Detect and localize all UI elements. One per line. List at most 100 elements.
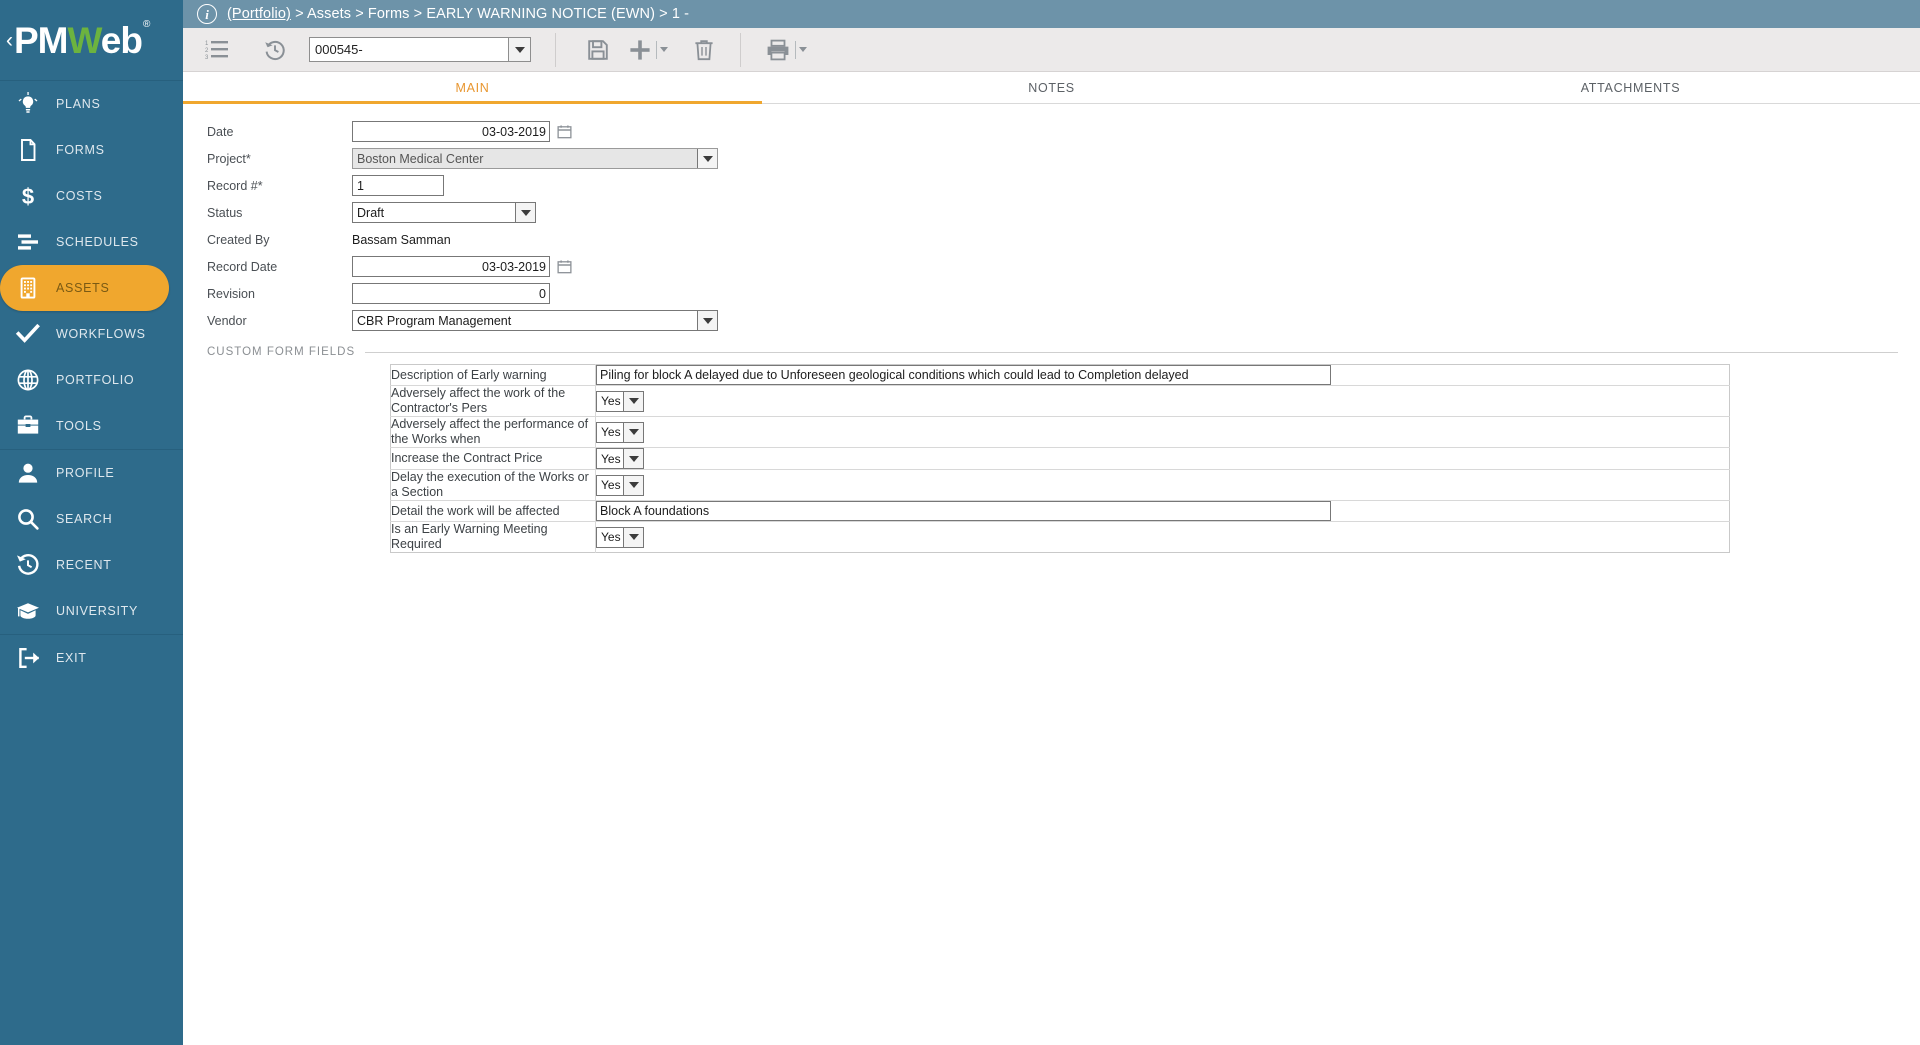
- record-number-input[interactable]: 1: [352, 175, 444, 196]
- chevron-down-icon[interactable]: [697, 311, 717, 330]
- sidebar-item-costs[interactable]: $ COSTS: [0, 173, 183, 219]
- sidebar-item-label: SCHEDULES: [56, 235, 139, 249]
- chevron-down-icon[interactable]: [697, 149, 717, 168]
- status-label: Status: [207, 205, 243, 220]
- custom-field-text-input[interactable]: Block A foundations: [596, 501, 1331, 521]
- tab-bar: MAIN NOTES ATTACHMENTS: [183, 72, 1920, 104]
- svg-text:3: 3: [205, 55, 209, 61]
- sidebar-item-label: RECENT: [56, 558, 112, 572]
- tab-main[interactable]: MAIN: [183, 72, 762, 104]
- chevron-down-icon[interactable]: [623, 422, 643, 442]
- sidebar-item-label: PROFILE: [56, 466, 115, 480]
- date-input[interactable]: 03-03-2019: [352, 121, 550, 142]
- sidebar-item-workflows[interactable]: WORKFLOWS: [0, 311, 183, 357]
- check-icon: [10, 316, 46, 352]
- tab-label: ATTACHMENTS: [1580, 80, 1681, 95]
- sidebar-item-plans[interactable]: PLANS: [0, 81, 183, 127]
- app-logo[interactable]: ‹ PMWeb®: [0, 0, 183, 80]
- toolbar: 1 2 3 000545-: [183, 28, 1920, 72]
- table-row: Is an Early Warning Meeting Required Yes: [390, 521, 1730, 553]
- record-number-label: Record #*: [207, 178, 263, 193]
- sidebar-item-assets[interactable]: ASSETS: [0, 265, 169, 311]
- print-button[interactable]: [765, 30, 807, 70]
- status-select[interactable]: Draft: [352, 202, 536, 223]
- vendor-label: Vendor: [207, 313, 247, 328]
- sidebar-collapse-icon[interactable]: ‹: [6, 30, 13, 51]
- sidebar-item-forms[interactable]: FORMS: [0, 127, 183, 173]
- toolbox-icon: [10, 408, 46, 444]
- save-icon[interactable]: [578, 30, 618, 70]
- custom-field-label: Delay the execution of the Works or a Se…: [390, 469, 596, 501]
- custom-field-select-value: Yes: [601, 478, 621, 492]
- globe-icon: [10, 362, 46, 398]
- chevron-down-icon[interactable]: [623, 449, 643, 468]
- custom-form-fields-header: CUSTOM FORM FIELDS: [207, 346, 1920, 358]
- trash-icon[interactable]: [684, 30, 724, 70]
- sidebar-item-label: WORKFLOWS: [56, 327, 146, 341]
- add-button[interactable]: [628, 30, 668, 70]
- sidebar-item-university[interactable]: UNIVERSITY: [0, 588, 183, 634]
- building-icon: [10, 270, 46, 306]
- history-icon[interactable]: [255, 30, 295, 70]
- sidebar-item-recent[interactable]: RECENT: [0, 542, 183, 588]
- breadcrumb-portfolio-link[interactable]: (Portfolio): [227, 6, 291, 22]
- application-window: ‹ PMWeb® PLANS FORMS $ COSTS SCHEDULES ASSETS…: [0, 0, 1920, 1045]
- vendor-select[interactable]: CBR Program Management: [352, 310, 718, 331]
- calendar-icon[interactable]: [557, 259, 572, 274]
- sidebar-item-search[interactable]: SEARCH: [0, 496, 183, 542]
- lightbulb-icon: [10, 86, 46, 122]
- field-row-record-date: Record Date 03-03-2019: [207, 253, 1920, 280]
- magnifier-icon: [10, 501, 46, 537]
- created-by-label: Created By: [207, 232, 270, 247]
- custom-field-select[interactable]: Yes: [596, 526, 644, 548]
- custom-field-select-value: Yes: [601, 530, 621, 544]
- custom-field-label: Detail the work will be affected: [390, 500, 596, 522]
- gantt-icon: [10, 224, 46, 260]
- custom-field-select[interactable]: Yes: [596, 390, 644, 412]
- main-area: i (Portfolio) > Assets > Forms > EARLY W…: [183, 0, 1920, 1045]
- logo-w-text: W: [67, 19, 102, 61]
- table-row: Description of Early warning Piling for b…: [390, 364, 1730, 386]
- sidebar-item-tools[interactable]: TOOLS: [0, 403, 183, 449]
- tab-notes[interactable]: NOTES: [762, 72, 1341, 103]
- calendar-icon[interactable]: [557, 124, 572, 139]
- chevron-down-icon[interactable]: [508, 38, 530, 61]
- sidebar-item-label: TOOLS: [56, 419, 102, 433]
- chevron-down-icon[interactable]: [623, 527, 643, 547]
- custom-field-label: Adversely affect the performance of the …: [390, 416, 596, 448]
- project-label: Project*: [207, 151, 251, 166]
- date-label: Date: [207, 124, 234, 139]
- chevron-down-icon[interactable]: [799, 47, 807, 52]
- form-content: Date 03-03-2019 Project* Boston Medical …: [183, 104, 1920, 1045]
- sidebar-nav-secondary: PROFILE SEARCH RECENT UNIVERSITY: [0, 450, 183, 634]
- revision-input[interactable]: 0: [352, 283, 550, 304]
- numbered-list-icon[interactable]: 1 2 3: [197, 30, 237, 70]
- custom-field-select-value: Yes: [601, 394, 621, 408]
- custom-field-value-cell: Yes: [596, 448, 1730, 470]
- custom-field-select[interactable]: Yes: [596, 448, 644, 469]
- section-divider: [365, 351, 1898, 353]
- sidebar-item-exit[interactable]: EXIT: [0, 635, 183, 681]
- custom-field-select[interactable]: Yes: [596, 421, 644, 443]
- chevron-down-icon[interactable]: [660, 47, 668, 52]
- custom-field-value-cell: Yes: [596, 470, 1730, 501]
- sidebar-item-label: SEARCH: [56, 512, 113, 526]
- project-select[interactable]: Boston Medical Center: [352, 148, 718, 169]
- record-select[interactable]: 000545-: [309, 37, 531, 62]
- sidebar-item-portfolio[interactable]: PORTFOLIO: [0, 357, 183, 403]
- record-date-input[interactable]: 03-03-2019: [352, 256, 550, 277]
- chevron-down-icon[interactable]: [515, 203, 535, 222]
- registered-mark: ®: [142, 19, 150, 31]
- sidebar-item-label: PLANS: [56, 97, 101, 111]
- tab-attachments[interactable]: ATTACHMENTS: [1341, 72, 1920, 103]
- sidebar-item-profile[interactable]: PROFILE: [0, 450, 183, 496]
- graduation-cap-icon: [10, 593, 46, 629]
- custom-field-select[interactable]: Yes: [596, 474, 644, 496]
- custom-field-text-input[interactable]: Piling for block A delayed due to Unfore…: [596, 365, 1331, 385]
- chevron-down-icon[interactable]: [623, 475, 643, 495]
- chevron-down-icon[interactable]: [623, 391, 643, 411]
- sidebar-item-schedules[interactable]: SCHEDULES: [0, 219, 183, 265]
- info-icon[interactable]: i: [197, 4, 217, 24]
- custom-form-fields-title: CUSTOM FORM FIELDS: [207, 346, 356, 358]
- person-icon: [10, 455, 46, 491]
